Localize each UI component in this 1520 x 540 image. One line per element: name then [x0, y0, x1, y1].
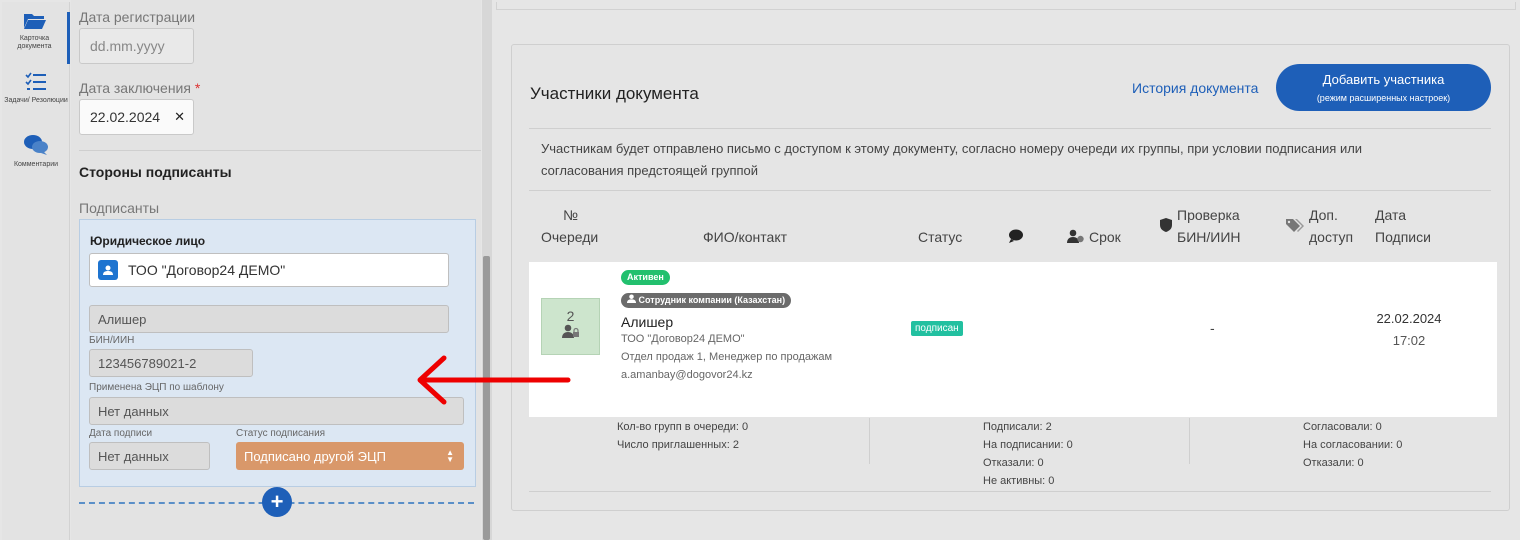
col-fio: ФИО/контакт — [703, 229, 788, 245]
role-badge: Сотрудник компании (Казахстан) — [621, 293, 792, 308]
conclusion-date-label: Дата заключения * — [79, 80, 201, 96]
sidebar-item-comments[interactable]: Комментарии — [2, 134, 70, 174]
comment-icon — [1009, 229, 1023, 243]
sign-date-field[interactable]: Нет данных — [89, 442, 210, 470]
col-queue-num: № — [563, 207, 579, 223]
tags-icon — [1286, 219, 1304, 232]
divider — [529, 128, 1491, 129]
contact-card-icon — [98, 260, 118, 280]
user-lock-icon — [561, 324, 579, 338]
divider — [1189, 418, 1190, 464]
user-icon — [627, 294, 636, 303]
sidebar-item-tasks[interactable]: Задачи/ Резолюции — [2, 72, 70, 122]
shield-icon — [1160, 218, 1172, 232]
card-title: Юридическое лицо — [90, 234, 206, 248]
stats-agreement: Согласовали: 0 На согласовании: 0 Отказа… — [1303, 421, 1403, 469]
section-title: Стороны подписанты — [79, 164, 232, 180]
panel-title: Участники документа — [530, 84, 699, 103]
comments-icon — [24, 135, 48, 155]
conclusion-date-value: 22.02.2024 — [90, 109, 161, 125]
divider — [529, 491, 1491, 492]
divider — [869, 418, 870, 464]
add-signer-button[interactable]: + — [262, 487, 292, 517]
col-access-1: Доп. — [1309, 207, 1338, 223]
queue-box: 2 — [541, 298, 600, 355]
folder-open-icon — [23, 14, 46, 29]
bin-label: БИН/ИИН — [89, 335, 135, 346]
add-participant-label: Добавить участника — [1322, 72, 1445, 87]
col-deadline: Срок — [1089, 229, 1121, 245]
task-list-icon — [25, 72, 46, 90]
col-queue: Очереди — [541, 229, 599, 245]
sign-date-label: Дата подписи — [89, 428, 153, 439]
col-access-2: доступ — [1309, 229, 1354, 245]
sign-status-select[interactable]: Подписано другой ЭЦП ▲ ▼ — [236, 442, 464, 470]
user-clock-icon — [1067, 229, 1084, 243]
notice-text: Участникам будет отправлено письмо с дос… — [541, 141, 1363, 178]
stats-signing: Подписали: 2 На подписании: 0 Отказали: … — [983, 421, 1073, 487]
participant-email: a.amanbay@dogovor24.kz — [621, 369, 753, 381]
bin-check-value: - — [1210, 320, 1215, 336]
select-arrows-icon: ▲ ▼ — [446, 448, 454, 464]
col-date-1: Дата — [1375, 207, 1407, 223]
bin-field[interactable]: 123456789021-2 — [89, 349, 253, 377]
ecp-template-label: Применена ЭЦП по шаблону — [89, 382, 224, 393]
company-value: ТОО "Договор24 ДЕМО" — [128, 262, 286, 278]
clear-icon[interactable]: ✕ — [174, 109, 185, 125]
sidebar: Карточка документа Задачи/ Резолюции Ком… — [2, 2, 70, 540]
stats-groups: Кол-во групп в очереди: 0 Число приглаше… — [617, 421, 749, 451]
reg-date-input[interactable]: dd.mm.yyyy — [79, 28, 194, 64]
sign-status-label: Статус подписания — [236, 428, 326, 439]
queue-number: 2 — [566, 308, 575, 324]
active-badge: Активен — [621, 270, 670, 285]
sidebar-item-label: Карточка документа — [17, 35, 52, 50]
sign-date: 22.02.2024 — [1376, 311, 1442, 326]
participant-position: Отдел продаж 1, Менеджер по продажам — [621, 351, 833, 363]
history-link[interactable]: История документа — [1132, 80, 1258, 96]
company-field[interactable]: ТОО "Договор24 ДЕМО" — [89, 253, 449, 287]
sign-datetime: 22.02.2024 17:02 — [1374, 308, 1444, 352]
signers-label: Подписанты — [79, 200, 160, 216]
participant-name: Алишер — [621, 314, 674, 330]
sidebar-item-document-card[interactable]: Карточка документа — [2, 12, 70, 64]
conclusion-date-input[interactable]: 22.02.2024 ✕ — [79, 99, 194, 135]
sign-time: 17:02 — [1392, 333, 1426, 348]
sidebar-item-label: Задачи/ Резолюции — [4, 97, 68, 104]
ecp-template-field[interactable]: Нет данных — [89, 397, 464, 425]
red-arrow-annotation — [417, 355, 571, 405]
person-field[interactable]: Алишер — [89, 305, 449, 333]
col-date-2: Подписи — [1375, 229, 1431, 245]
top-strip — [496, 2, 1516, 10]
sign-status-value: Подписано другой ЭЦП — [244, 448, 386, 464]
divider — [79, 150, 481, 151]
add-participant-sublabel: (режим расширенных настроек) — [1316, 93, 1451, 103]
required-mark: * — [194, 80, 201, 96]
col-check-2: БИН/ИИН — [1177, 229, 1241, 245]
status-badge: подписан — [911, 321, 963, 336]
col-check-1: Проверка — [1177, 207, 1240, 223]
sidebar-item-label: Комментарии — [13, 161, 59, 168]
add-participant-button[interactable]: Добавить участника (режим расширенных на… — [1276, 64, 1491, 111]
participant-company: ТОО "Договор24 ДЕМО" — [621, 333, 745, 345]
divider — [529, 190, 1491, 191]
reg-date-label: Дата регистрации — [79, 9, 196, 25]
col-status: Статус — [918, 229, 963, 245]
